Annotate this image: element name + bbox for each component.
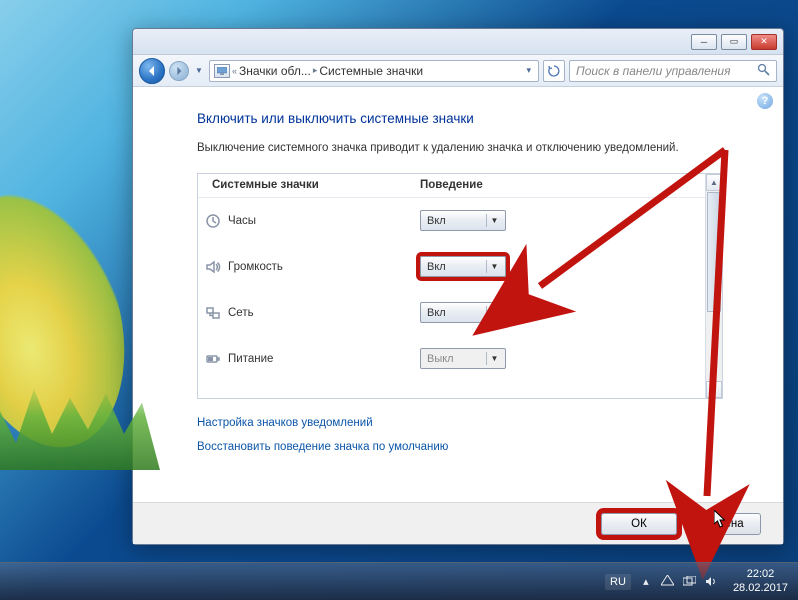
row-label: Громкость [228, 261, 420, 273]
link-restore-default[interactable]: Восстановить поведение значка по умолчан… [197, 441, 761, 453]
vertical-scrollbar[interactable]: ▲ ▼ [705, 174, 722, 398]
list-row-network: Сеть Вкл▼ [198, 290, 705, 336]
list-row-power: Питание Выкл▼ [198, 336, 705, 382]
power-icon [198, 351, 228, 367]
list-row-clock: Часы Вкл▼ [198, 198, 705, 244]
system-icons-list: Системные значки Поведение Часы Вкл▼ Гро… [197, 173, 723, 399]
search-input[interactable]: Поиск в панели управления [569, 60, 777, 82]
ok-button[interactable]: ОК [601, 513, 677, 535]
scroll-down-button[interactable]: ▼ [706, 381, 722, 398]
breadcrumb-seg-1[interactable]: Значки обл... [239, 64, 311, 78]
desktop-wallpaper: ─ ▭ ✕ ▼ « Значки обл... ▸ Системные знач… [0, 0, 798, 600]
volume-tray-icon[interactable] [705, 575, 719, 589]
page-heading: Включить или выключить системные значки [197, 111, 761, 126]
help-icon[interactable]: ? [757, 93, 773, 109]
behavior-select-power: Выкл▼ [420, 348, 506, 369]
dialog-footer: ОК Отмена [133, 502, 783, 544]
list-row-volume: Громкость Вкл▼ [198, 244, 705, 290]
column-header-name[interactable]: Системные значки [198, 179, 420, 191]
maximize-button[interactable]: ▭ [721, 34, 747, 50]
behavior-select-volume[interactable]: Вкл▼ [420, 256, 506, 277]
link-customize-icons[interactable]: Настройка значков уведомлений [197, 417, 761, 429]
tray-time: 22:02 [733, 568, 788, 581]
content-pane: ? Включить или выключить системные значк… [133, 87, 783, 544]
system-tray: RU ▴ 22:02 28.02.2017 [605, 568, 788, 594]
arrow-right-icon [174, 66, 184, 76]
monitor-icon [217, 67, 227, 75]
network-tray-icon[interactable] [683, 575, 697, 589]
nav-back-button[interactable] [139, 58, 165, 84]
action-center-icon[interactable] [661, 575, 675, 589]
list-header: Системные значки Поведение [198, 174, 705, 198]
behavior-select-clock[interactable]: Вкл▼ [420, 210, 506, 231]
control-panel-icon [214, 64, 230, 78]
tray-clock[interactable]: 22:02 28.02.2017 [733, 568, 788, 594]
language-indicator[interactable]: RU [605, 574, 631, 590]
network-icon [198, 305, 228, 321]
cancel-button[interactable]: Отмена [685, 513, 761, 535]
action-links: Настройка значков уведомлений Восстанови… [197, 417, 761, 453]
close-button[interactable]: ✕ [751, 34, 777, 50]
breadcrumb-seg-2[interactable]: Системные значки [319, 64, 423, 78]
row-label: Часы [228, 215, 420, 227]
behavior-select-network[interactable]: Вкл▼ [420, 302, 506, 323]
nav-forward-button[interactable] [169, 61, 189, 81]
chevron-down-icon: ▼ [486, 352, 502, 365]
chevron-down-icon: ▼ [486, 214, 502, 227]
refresh-button[interactable] [543, 60, 565, 82]
search-icon [757, 63, 770, 79]
scroll-thumb[interactable] [707, 192, 721, 312]
tray-expand-icon[interactable]: ▴ [639, 575, 653, 589]
column-header-behavior[interactable]: Поведение [420, 179, 620, 191]
volume-icon [198, 259, 228, 275]
refresh-icon [548, 65, 560, 77]
explorer-toolbar: ▼ « Значки обл... ▸ Системные значки ▾ П… [133, 55, 783, 87]
chevron-down-icon: ▼ [486, 306, 502, 319]
address-bar[interactable]: « Значки обл... ▸ Системные значки ▾ [209, 60, 539, 82]
clock-icon [198, 213, 228, 229]
minimize-button[interactable]: ─ [691, 34, 717, 50]
taskbar[interactable]: RU ▴ 22:02 28.02.2017 [0, 562, 798, 600]
scroll-up-button[interactable]: ▲ [706, 174, 722, 191]
tray-date: 28.02.2017 [733, 582, 788, 595]
nav-history-button[interactable]: ▼ [193, 66, 205, 75]
row-label: Сеть [228, 307, 420, 319]
chevron-down-icon: ▼ [486, 260, 502, 273]
arrow-left-icon [146, 65, 158, 77]
search-placeholder: Поиск в панели управления [576, 64, 731, 78]
scroll-track[interactable] [706, 313, 722, 381]
control-panel-window: ─ ▭ ✕ ▼ « Значки обл... ▸ Системные знач… [132, 28, 784, 545]
row-label: Питание [228, 353, 420, 365]
page-description: Выключение системного значка приводит к … [197, 140, 761, 157]
window-titlebar[interactable]: ─ ▭ ✕ [133, 29, 783, 55]
